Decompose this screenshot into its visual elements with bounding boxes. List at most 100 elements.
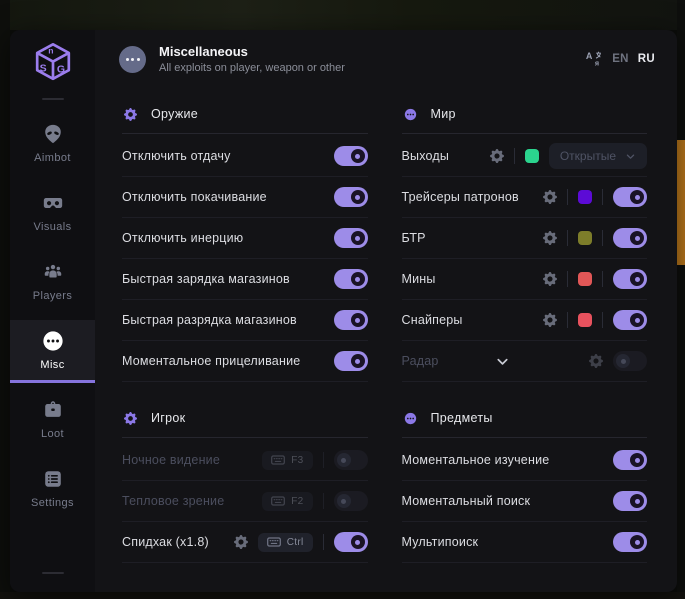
toggle-switch[interactable] <box>334 450 368 470</box>
color-swatch[interactable] <box>578 313 592 327</box>
sidebar-item-aimbot[interactable]: Aimbot <box>10 113 95 176</box>
setting-row-бтр: БТР <box>402 218 648 259</box>
sidebar-item-settings[interactable]: Settings <box>10 458 95 521</box>
sidebar-item-label: Settings <box>31 497 74 509</box>
setting-row-мины: Мины <box>402 259 648 300</box>
color-swatch[interactable] <box>578 190 592 204</box>
sidebar-nav: Aimbot Visuals Players Misc Loot Settings <box>10 110 95 524</box>
setting-label: Отключить отдачу <box>122 149 231 163</box>
row-controls <box>613 532 647 552</box>
toggle-switch[interactable] <box>334 269 368 289</box>
svg-text:S: S <box>39 63 46 75</box>
control-divider <box>323 452 324 468</box>
sidebar-item-visuals[interactable]: Visuals <box>10 182 95 245</box>
gear-icon[interactable] <box>490 149 504 163</box>
dropdown-выходы[interactable]: Открытые <box>549 143 647 169</box>
gear-icon[interactable] <box>589 354 603 368</box>
ellipsis-icon <box>119 46 146 73</box>
control-divider <box>567 271 568 287</box>
toggle-switch[interactable] <box>613 351 647 371</box>
row-controls <box>334 146 368 166</box>
page-header: Miscellaneous All exploits on player, we… <box>95 30 677 88</box>
setting-row-моментальное-прицеливание: Моментальное прицеливание <box>122 341 368 382</box>
sidebar-item-loot[interactable]: Loot <box>10 389 95 452</box>
content-column-right: МирВыходыОткрытыеТрейсеры патроновБТРМин… <box>402 94 648 592</box>
language-option-en[interactable]: EN <box>612 53 629 65</box>
row-left: Тепловое зрение <box>122 494 224 508</box>
row-controls <box>543 228 647 248</box>
control-divider <box>602 230 603 246</box>
setting-label: Мины <box>402 272 436 286</box>
setting-row-радар: Радар <box>402 341 648 382</box>
chevron-down-icon[interactable] <box>495 354 510 369</box>
row-left: Отключить отдачу <box>122 149 231 163</box>
sidebar-item-players[interactable]: Players <box>10 251 95 314</box>
setting-label: БТР <box>402 231 426 245</box>
language-option-ru[interactable]: RU <box>638 53 655 65</box>
keybind-badge[interactable]: F2 <box>262 492 312 511</box>
gear-icon <box>124 108 137 121</box>
content-column-left: ОружиеОтключить отдачуОтключить покачива… <box>122 94 368 592</box>
gear-icon[interactable] <box>543 272 557 286</box>
toggle-switch[interactable] <box>334 532 368 552</box>
gear-icon[interactable] <box>234 535 248 549</box>
list-settings-icon <box>42 468 64 490</box>
toggle-switch[interactable] <box>613 310 647 330</box>
toggle-switch[interactable] <box>334 228 368 248</box>
gear-icon <box>124 412 137 425</box>
keyboard-icon <box>271 496 285 506</box>
row-controls <box>334 187 368 207</box>
control-divider <box>514 148 515 164</box>
svg-text:A: A <box>586 51 593 61</box>
sidebar-item-label: Visuals <box>33 221 71 233</box>
translate-icon: A я <box>585 50 603 68</box>
row-left: Отключить покачивание <box>122 190 267 204</box>
setting-row-мультипоиск: Мультипоиск <box>402 522 648 563</box>
keyboard-icon <box>271 455 285 465</box>
toggle-switch[interactable] <box>613 228 647 248</box>
toggle-switch[interactable] <box>613 269 647 289</box>
sidebar-item-label: Players <box>33 290 72 302</box>
control-divider <box>602 312 603 328</box>
color-swatch[interactable] <box>525 149 539 163</box>
language-switcher: A я EN RU <box>585 50 655 68</box>
toggle-switch[interactable] <box>334 491 368 511</box>
section-divider <box>402 437 648 438</box>
control-divider <box>323 534 324 550</box>
row-controls <box>589 351 647 371</box>
keybind-badge[interactable]: F3 <box>262 451 312 470</box>
color-swatch[interactable] <box>578 231 592 245</box>
app-logo-cube-icon: S G n <box>30 40 76 86</box>
keybind-value: F3 <box>291 455 303 466</box>
section-title: Игрок <box>151 411 185 425</box>
background-game-bottom <box>0 592 685 599</box>
toggle-switch[interactable] <box>334 310 368 330</box>
sidebar-item-misc[interactable]: Misc <box>10 320 95 383</box>
gear-icon[interactable] <box>543 313 557 327</box>
setting-label: Тепловое зрение <box>122 494 224 508</box>
row-left: Моментальное прицеливание <box>122 354 300 368</box>
setting-row-быстрая-зарядка-магазинов: Быстрая зарядка магазинов <box>122 259 368 300</box>
sidebar: S G n Aimbot Visuals Players Misc Loot Settin… <box>10 30 95 592</box>
toggle-switch[interactable] <box>334 187 368 207</box>
vr-goggles-icon <box>42 192 64 214</box>
cheat-menu-window: S G n Aimbot Visuals Players Misc Loot Settin… <box>10 30 677 592</box>
svg-text:G: G <box>56 64 64 76</box>
gear-icon[interactable] <box>543 231 557 245</box>
keybind-badge[interactable]: Ctrl <box>258 533 313 552</box>
toggle-switch[interactable] <box>334 146 368 166</box>
toggle-switch[interactable] <box>613 450 647 470</box>
gear-icon[interactable] <box>543 190 557 204</box>
row-left: БТР <box>402 231 426 245</box>
color-swatch[interactable] <box>578 272 592 286</box>
toggle-switch[interactable] <box>613 532 647 552</box>
sidebar-item-label: Misc <box>40 359 64 371</box>
control-divider <box>602 189 603 205</box>
background-game-left <box>0 0 10 599</box>
toggle-switch[interactable] <box>613 491 647 511</box>
row-left: Быстрая разрядка магазинов <box>122 313 297 327</box>
toggle-switch[interactable] <box>613 187 647 207</box>
toggle-switch[interactable] <box>334 351 368 371</box>
setting-label: Мультипоиск <box>402 535 479 549</box>
background-game-top <box>0 0 685 30</box>
